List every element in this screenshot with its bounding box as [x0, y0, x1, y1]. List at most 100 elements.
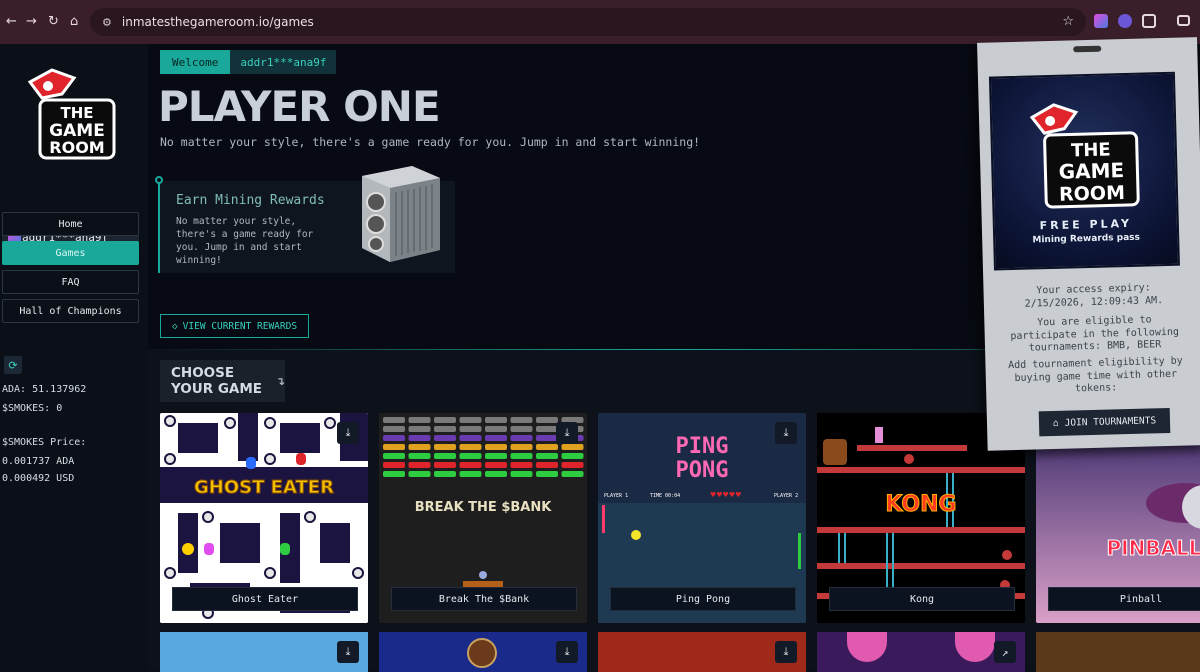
brick	[561, 471, 584, 477]
hud-hearts: ♥♥♥♥♥	[710, 491, 741, 499]
brick	[408, 462, 431, 468]
game-card-ghost-eater[interactable]: GHOST EATER ⤓ Ghost Eater	[160, 413, 368, 623]
download-icon[interactable]: ⤓	[775, 641, 797, 663]
brick	[383, 444, 405, 450]
refresh-balance-button[interactable]: ⟳	[4, 356, 22, 374]
nav-hall-label: Hall of Champions	[19, 305, 122, 317]
svg-text:ROOM: ROOM	[49, 138, 104, 157]
brick	[485, 462, 507, 468]
brick	[434, 444, 456, 450]
install-button[interactable]: ⤓	[775, 422, 797, 444]
svg-text:ROOM: ROOM	[1059, 182, 1125, 206]
brick	[485, 417, 507, 423]
brick	[510, 462, 533, 468]
game-label: Pinball	[1048, 587, 1200, 611]
choose-game-heading: CHOOSE YOUR GAME ↴	[160, 360, 285, 402]
brick	[408, 444, 431, 450]
download-icon[interactable]: ⤓	[556, 641, 578, 663]
brick	[408, 435, 431, 441]
pass-artwork: THE GAME ROOM FREE PLAY Mining Rewards p…	[988, 71, 1180, 271]
external-link-icon[interactable]: ↗	[994, 641, 1016, 663]
game-card-ping-pong[interactable]: PING PONG PLAYER 1 TIME 00:04 ♥♥♥♥♥ PLAY…	[598, 413, 806, 623]
hud-player2: PLAYER 2	[774, 493, 798, 499]
brick	[536, 453, 558, 459]
brick	[485, 453, 507, 459]
extension-icon[interactable]	[1094, 14, 1108, 28]
coin-icon	[467, 638, 497, 668]
brick	[408, 471, 431, 477]
diamond-icon: ◇	[171, 320, 178, 332]
game-card-partial[interactable]: ↗	[817, 632, 1025, 672]
game-label: Ghost Eater	[172, 587, 358, 611]
forward-icon[interactable]: →	[26, 14, 37, 29]
brick	[485, 435, 507, 441]
smokes-price-label: $SMOKES Price:	[2, 437, 87, 448]
game-card-partial[interactable]: ⤓	[160, 632, 368, 672]
bookmark-star-icon[interactable]: ☆	[1062, 14, 1074, 29]
brick	[561, 453, 584, 459]
brick	[383, 453, 405, 459]
brick	[485, 444, 507, 450]
brick	[459, 444, 482, 450]
download-icon: ⤓	[783, 426, 789, 439]
nav-faq[interactable]: FAQ	[2, 270, 139, 294]
sidepanel-icon[interactable]	[1177, 15, 1190, 26]
brick	[434, 426, 456, 432]
lanyard-slot	[1073, 45, 1102, 53]
site-settings-icon[interactable]: ⚙	[102, 16, 112, 29]
timeline-dot	[155, 176, 163, 184]
brick	[434, 417, 456, 423]
break-bank-title: BREAK THE $BANK	[415, 500, 553, 515]
pass-logo: THE GAME ROOM	[1029, 103, 1140, 209]
back-icon[interactable]: ←	[6, 14, 17, 29]
reload-icon[interactable]: ↻	[48, 14, 59, 29]
game-card-break-the-bank[interactable]: BREAK THE $BANK ⤓ Break The $Bank	[379, 413, 587, 623]
svg-text:THE: THE	[60, 104, 93, 122]
game-card-partial[interactable]: ⤓	[379, 632, 587, 672]
free-play-label: FREE PLAY	[1039, 216, 1133, 233]
extension-icon[interactable]	[1118, 14, 1132, 28]
mining-rewards-pass: THE GAME ROOM FREE PLAY Mining Rewards p…	[977, 37, 1200, 451]
brick	[383, 471, 405, 477]
join-tournaments-button[interactable]: ⌂ JOIN TOURNAMENTS	[1038, 407, 1171, 437]
view-rewards-button[interactable]: ◇ VIEW CURRENT REWARDS	[160, 314, 309, 338]
mining-text: No matter your style, there's a game rea…	[176, 216, 314, 266]
pong-title: PONG	[676, 458, 729, 483]
brick	[459, 462, 482, 468]
brick	[408, 453, 431, 459]
page-subtitle: No matter your style, there's a game rea…	[160, 135, 701, 149]
download-icon[interactable]: ⤓	[337, 641, 359, 663]
welcome-label: Welcome	[160, 50, 231, 74]
install-button[interactable]: ⤓	[337, 422, 359, 444]
brick	[536, 426, 558, 432]
address-bar[interactable]: ⚙ inmatesthegameroom.io/games ☆	[90, 8, 1086, 36]
brick	[536, 444, 558, 450]
welcome-wallet: addr1***ana9f	[230, 50, 337, 74]
ghost-eater-title: GHOST EATER	[194, 477, 334, 498]
mining-rig-image	[362, 166, 440, 262]
view-rewards-label: VIEW CURRENT REWARDS	[182, 320, 298, 332]
extensions-puzzle-icon[interactable]	[1142, 14, 1156, 28]
decoration	[847, 632, 887, 662]
nav-home-label: Home	[58, 218, 83, 230]
install-button[interactable]: ⤓	[556, 422, 578, 444]
brick	[510, 471, 533, 477]
game-card-partial[interactable]: ⤓	[598, 632, 806, 672]
game-label: Kong	[829, 587, 1015, 611]
brick	[408, 417, 431, 423]
brick	[459, 453, 482, 459]
game-label: Break The $Bank	[391, 587, 577, 611]
arrow-down-icon: ↴	[275, 374, 285, 388]
sidebar: THE GAME ROOM addr1***ana9f Home Games F…	[0, 44, 148, 671]
home-icon[interactable]: ⌂	[70, 14, 78, 29]
game-card-partial[interactable]	[1036, 632, 1200, 672]
brick	[434, 435, 456, 441]
join-tournaments-label: JOIN TOURNAMENTS	[1064, 415, 1157, 429]
nav-games[interactable]: Games	[2, 241, 139, 265]
decoration	[955, 632, 995, 662]
nav-home[interactable]: Home	[2, 212, 139, 236]
brick	[383, 426, 405, 432]
nav-hall-of-champions[interactable]: Hall of Champions	[2, 299, 139, 323]
brick	[485, 426, 507, 432]
brick	[459, 417, 482, 423]
